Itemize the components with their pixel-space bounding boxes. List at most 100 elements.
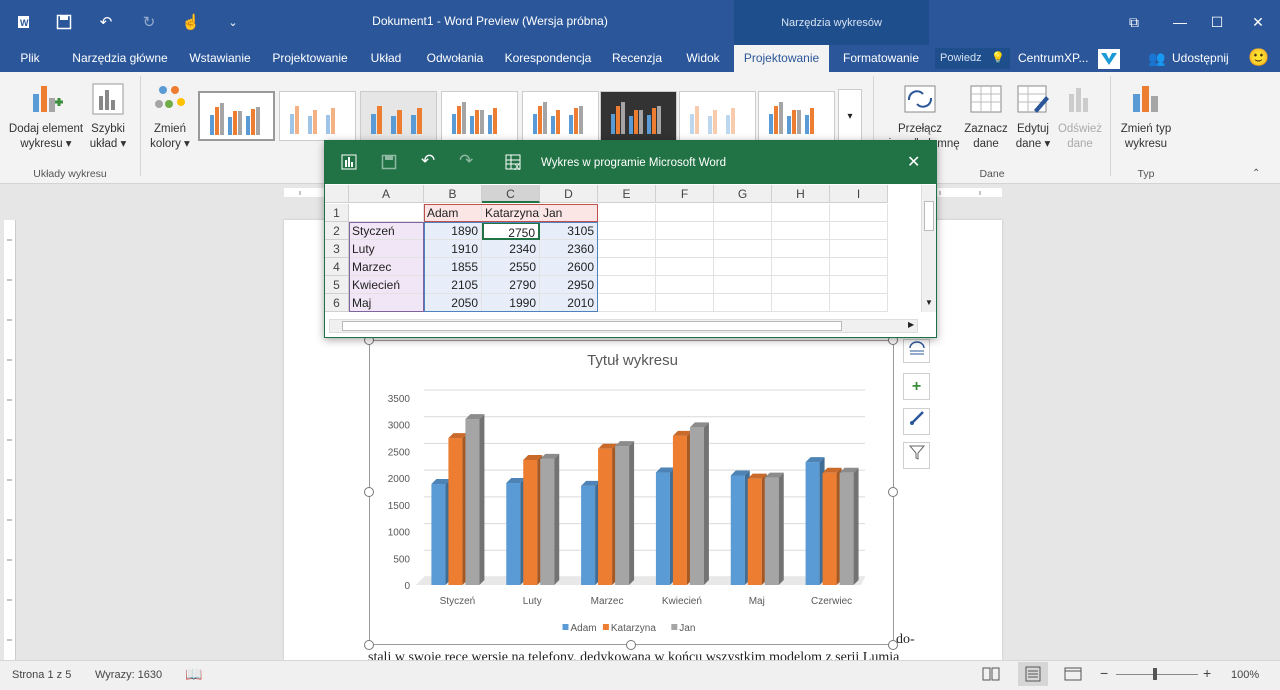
share-icon[interactable]: 👥 <box>1148 45 1165 72</box>
spreadsheet-cell[interactable]: Adam <box>424 204 482 222</box>
spreadsheet-cell[interactable] <box>772 240 830 258</box>
spreadsheet-cell[interactable] <box>714 276 772 294</box>
touch-mode-icon[interactable]: ☝ <box>178 10 204 34</box>
redo-icon[interactable]: ↻ <box>136 10 162 34</box>
word-count[interactable]: Wyrazy: 1630 <box>95 669 162 681</box>
tab-chart-design[interactable]: Projektowanie <box>734 45 829 72</box>
select-data-button[interactable]: Zaznacz dane <box>962 82 1010 152</box>
row-header[interactable]: 5 <box>325 276 349 294</box>
chart-styles-brush-icon[interactable] <box>903 408 930 435</box>
select-all-corner[interactable] <box>325 185 349 203</box>
spreadsheet-cell[interactable]: 2950 <box>540 276 598 294</box>
chart-style-7[interactable] <box>679 91 756 141</box>
resize-handle[interactable] <box>888 640 898 650</box>
spreadsheet-cell[interactable] <box>830 240 888 258</box>
tab-design[interactable]: Projektowanie <box>264 45 356 72</box>
horizontal-scrollbar[interactable]: ▶ <box>329 319 918 333</box>
column-header[interactable]: F <box>656 185 714 203</box>
edit-data-button[interactable]: Edytuj dane ▾ <box>1010 82 1056 152</box>
web-layout-icon[interactable] <box>1064 666 1082 685</box>
spreadsheet-cell[interactable] <box>656 294 714 312</box>
spreadsheet-cell[interactable]: 2010 <box>540 294 598 312</box>
layout-options-icon[interactable] <box>903 339 930 363</box>
spreadsheet-cell[interactable] <box>598 204 656 222</box>
spreadsheet-cell[interactable]: Marzec <box>349 258 424 276</box>
read-mode-icon[interactable] <box>982 666 1000 685</box>
spreadsheet-cell[interactable] <box>598 276 656 294</box>
undo-icon[interactable]: ↶ <box>93 10 119 34</box>
spreadsheet-cell[interactable]: 2105 <box>424 276 482 294</box>
spreadsheet-cell[interactable] <box>598 294 656 312</box>
word-app-icon[interactable]: W <box>12 10 38 34</box>
row-header[interactable]: 6 <box>325 294 349 312</box>
spreadsheet-cell[interactable] <box>714 294 772 312</box>
column-header[interactable]: E <box>598 185 656 203</box>
spreadsheet-cell[interactable]: 1855 <box>424 258 482 276</box>
column-header[interactable]: I <box>830 185 888 203</box>
chart-style-1[interactable] <box>198 91 275 141</box>
resize-handle[interactable] <box>626 640 636 650</box>
spreadsheet-grid[interactable]: A B C D E F G H I 1 Adam Katarzyna Jan 2 Styczeń 1890 27… <box>325 185 921 315</box>
spreadsheet-cell[interactable] <box>656 204 714 222</box>
tab-view[interactable]: Widok <box>676 45 730 72</box>
customize-qat-icon[interactable]: ⌄ <box>220 10 246 34</box>
spreadsheet-cell[interactable] <box>830 276 888 294</box>
spreadsheet-cell[interactable] <box>830 294 888 312</box>
tell-me-box[interactable]: Powiedz 💡 <box>935 48 1010 69</box>
spreadsheet-cell[interactable] <box>830 204 888 222</box>
spreadsheet-cell[interactable] <box>772 222 830 240</box>
zoom-in-icon[interactable]: + <box>1203 665 1211 681</box>
tab-chart-format[interactable]: Formatowanie <box>833 45 929 72</box>
row-header[interactable]: 4 <box>325 258 349 276</box>
refresh-data-button[interactable]: Odśwież dane <box>1056 82 1104 152</box>
save-icon[interactable] <box>51 10 77 34</box>
spreadsheet-cell[interactable]: 2600 <box>540 258 598 276</box>
column-header[interactable]: B <box>424 185 482 203</box>
account-name[interactable]: CentrumXP... <box>1018 45 1088 72</box>
edit-data-in-excel-icon[interactable] <box>341 154 357 173</box>
spreadsheet-cell[interactable]: 2340 <box>482 240 540 258</box>
spreadsheet-cell[interactable]: Maj <box>349 294 424 312</box>
spreadsheet-cell[interactable] <box>656 240 714 258</box>
column-header[interactable]: G <box>714 185 772 203</box>
spreadsheet-cell[interactable] <box>714 204 772 222</box>
chart-style-8[interactable] <box>758 91 835 141</box>
spreadsheet-cell[interactable] <box>598 222 656 240</box>
page-count[interactable]: Strona 1 z 5 <box>12 669 71 681</box>
spreadsheet-cell[interactable]: Styczeń <box>349 222 424 240</box>
spreadsheet-cell[interactable]: Katarzyna <box>482 204 540 222</box>
tab-mailings[interactable]: Korespondencja <box>498 45 598 72</box>
spreadsheet-cell[interactable] <box>772 276 830 294</box>
chart-style-6[interactable] <box>600 91 677 141</box>
spreadsheet-cell[interactable]: 1890 <box>424 222 482 240</box>
column-header[interactable]: C <box>482 185 540 203</box>
excel-data-window[interactable]: ↶ ↷ X Wykres w programie Microsoft Word … <box>324 140 937 338</box>
spreadsheet-cell[interactable] <box>349 204 424 222</box>
h-scroll-thumb[interactable] <box>342 321 842 331</box>
chart-filters-icon[interactable] <box>903 442 930 469</box>
tab-insert[interactable]: Wstawianie <box>180 45 260 72</box>
spreadsheet-cell[interactable]: Jan <box>540 204 598 222</box>
resize-handle[interactable] <box>888 487 898 497</box>
spreadsheet-cell[interactable] <box>714 258 772 276</box>
column-header[interactable]: H <box>772 185 830 203</box>
tab-home[interactable]: Narzędzia główne <box>64 45 176 72</box>
collapse-ribbon-icon[interactable]: ⌃ <box>1252 168 1260 179</box>
tab-references[interactable]: Odwołania <box>416 45 494 72</box>
chart-style-4[interactable] <box>441 91 518 141</box>
quick-layout-button[interactable]: Szybki układ ▾ <box>86 82 130 152</box>
chart-area[interactable]: Tytuł wykresu 3500 3000 2500 2000 1500 1000 500… <box>369 340 894 645</box>
spreadsheet-cell[interactable]: 3105 <box>540 222 598 240</box>
column-header[interactable]: A <box>349 185 424 203</box>
spreadsheet-cell[interactable] <box>656 258 714 276</box>
row-header[interactable]: 3 <box>325 240 349 258</box>
spreadsheet-cell[interactable]: 2050 <box>424 294 482 312</box>
minimize-icon[interactable]: — <box>1170 12 1190 32</box>
spreadsheet-cell[interactable]: 2360 <box>540 240 598 258</box>
change-chart-type-button[interactable]: Zmień typ wykresu <box>1116 82 1176 152</box>
scroll-right-icon[interactable]: ▶ <box>908 320 914 329</box>
open-in-excel-icon[interactable]: X <box>505 153 523 174</box>
spreadsheet-cell[interactable] <box>830 222 888 240</box>
vertical-scrollbar[interactable]: ▼ <box>921 185 936 312</box>
spreadsheet-cell[interactable] <box>598 240 656 258</box>
